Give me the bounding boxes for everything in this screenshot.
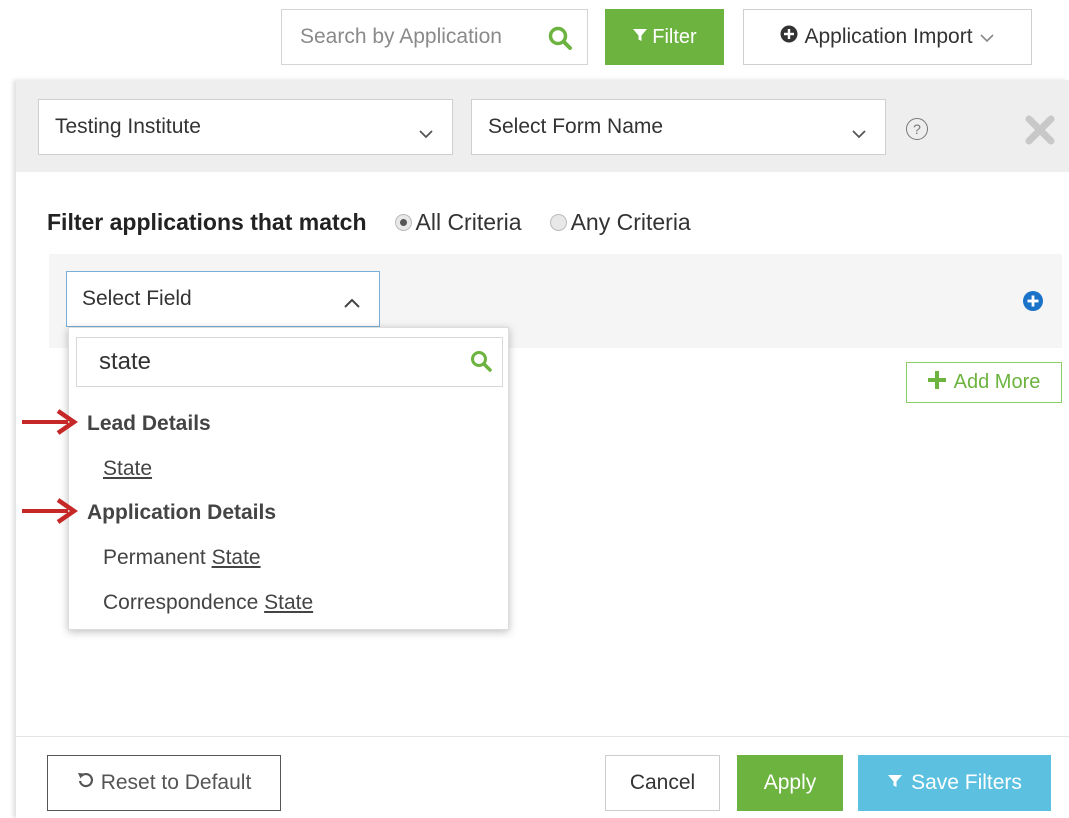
select-field-value: Select Field: [82, 287, 192, 310]
dropdown-group-lead-details: Lead Details: [87, 412, 211, 435]
annotation-arrow-icon: [20, 407, 80, 442]
filter-icon: [887, 771, 903, 795]
match-criteria-row: Filter applications that match All Crite…: [47, 206, 719, 238]
plus-circle-icon: [780, 25, 798, 49]
chevron-down-icon: [979, 25, 995, 49]
select-field-dropdown[interactable]: Select Field: [66, 271, 380, 327]
cancel-button[interactable]: Cancel: [605, 755, 720, 811]
dropdown-option-correspondence-state[interactable]: Correspondence State: [103, 591, 313, 615]
undo-icon: [77, 771, 95, 795]
search-input[interactable]: [282, 10, 532, 64]
dropdown-search: [76, 337, 503, 387]
radio-all-criteria[interactable]: All Criteria: [394, 208, 522, 236]
institute-select[interactable]: Testing Institute: [38, 99, 453, 155]
apply-button[interactable]: Apply: [737, 755, 843, 811]
radio-any-criteria[interactable]: Any Criteria: [549, 208, 691, 236]
filter-panel-header: Testing Institute Select Form Name ?: [16, 80, 1069, 172]
search-icon: [470, 350, 492, 377]
save-filters-label: Save Filters: [911, 771, 1022, 794]
search-icon[interactable]: [547, 25, 573, 56]
dropdown-group-application-details: Application Details: [87, 501, 277, 524]
add-more-button[interactable]: Add More: [906, 362, 1062, 403]
option-prefix: Correspondence: [103, 591, 265, 614]
radio-all-label: All Criteria: [415, 208, 522, 235]
field-dropdown-menu: Lead Details State Application Details P…: [68, 327, 509, 630]
dropdown-option-permanent-state[interactable]: Permanent State: [103, 546, 261, 570]
form-name-select-value: Select Form Name: [488, 115, 664, 138]
filter-button[interactable]: Filter: [605, 9, 724, 65]
chevron-down-icon: [851, 121, 867, 145]
radio-any-label: Any Criteria: [570, 208, 691, 235]
filter-panel-footer: Reset to Default Cancel Apply Save Filte…: [16, 736, 1069, 818]
annotation-arrow-icon: [20, 496, 80, 531]
radio-dot-selected[interactable]: [394, 213, 412, 231]
form-name-select[interactable]: Select Form Name: [471, 99, 886, 155]
match-label: Filter applications that match: [47, 208, 367, 235]
search-box: [281, 9, 588, 65]
add-criteria-icon[interactable]: [1022, 290, 1044, 317]
save-filters-button[interactable]: Save Filters: [858, 755, 1051, 811]
reset-to-default-button[interactable]: Reset to Default: [47, 755, 281, 811]
filter-button-label: Filter: [652, 25, 697, 48]
dropdown-search-input[interactable]: [77, 338, 457, 386]
filter-panel: Testing Institute Select Form Name ? Fil…: [16, 80, 1069, 818]
option-match: State: [103, 457, 153, 480]
radio-dot[interactable]: [549, 213, 567, 231]
option-match: State: [211, 546, 261, 569]
filter-icon: [632, 26, 648, 49]
chevron-up-icon: [343, 291, 361, 315]
chevron-down-icon: [418, 121, 434, 145]
add-more-label: Add More: [953, 371, 1041, 393]
option-match: State: [264, 591, 314, 614]
plus-icon: [927, 370, 946, 395]
reset-label: Reset to Default: [100, 771, 252, 794]
dropdown-option-state[interactable]: State: [103, 457, 152, 481]
option-prefix: Permanent: [103, 546, 212, 569]
application-import-button[interactable]: Application Import: [743, 9, 1032, 65]
help-icon[interactable]: ?: [906, 118, 928, 140]
application-import-label: Application Import: [804, 25, 973, 48]
institute-select-value: Testing Institute: [55, 115, 201, 138]
close-icon[interactable]: [1024, 114, 1056, 151]
